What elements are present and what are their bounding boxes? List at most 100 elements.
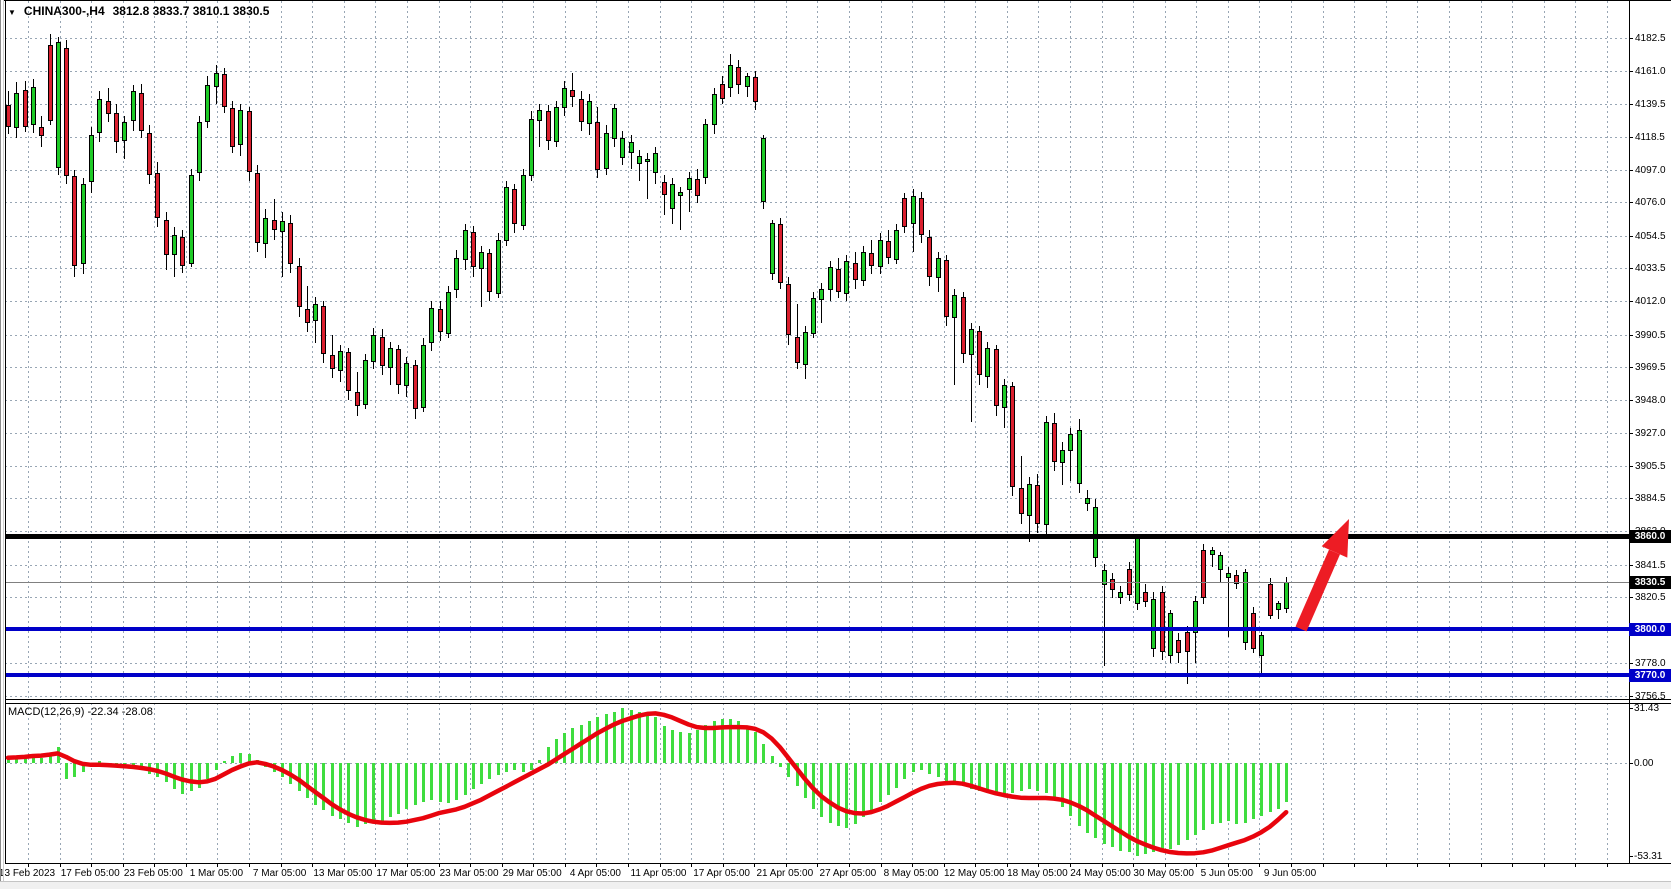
- candle: [280, 221, 285, 232]
- gridline-vertical: [628, 703, 629, 863]
- candle: [288, 223, 293, 265]
- macd-histogram-bar: [1011, 763, 1014, 793]
- candle: [1052, 423, 1057, 462]
- time-axis-line[interactable]: [5, 863, 1671, 864]
- candle: [147, 133, 152, 175]
- macd-histogram-bar: [870, 763, 873, 810]
- candle: [463, 230, 468, 259]
- gridline-vertical: [407, 1, 408, 699]
- macd-histogram-bar: [322, 763, 325, 810]
- macd-histogram-bar: [32, 754, 35, 763]
- candle: [728, 65, 733, 88]
- gridline-vertical: [249, 1, 250, 699]
- macd-histogram-bar: [206, 763, 209, 779]
- macd-histogram-bar: [497, 763, 500, 775]
- macd-histogram-bar: [439, 763, 442, 802]
- gridline-vertical: [533, 703, 534, 863]
- macd-histogram-bar: [895, 763, 898, 788]
- time-axis-label: 23 Feb 05:00: [124, 868, 183, 879]
- time-axis-label: 7 Mar 05:00: [253, 868, 306, 879]
- candle: [355, 392, 360, 406]
- current-price-line[interactable]: [5, 582, 1629, 583]
- time-axis-label: 12 May 05:00: [944, 868, 1005, 879]
- macd-histogram-bar: [1244, 763, 1247, 823]
- macd-histogram-bar: [1094, 763, 1097, 838]
- candle: [678, 192, 683, 197]
- candle: [803, 332, 808, 364]
- candle: [977, 331, 982, 376]
- panel-separator-bottom: [5, 703, 1671, 704]
- gridline-horizontal: [5, 696, 1629, 697]
- gridline-vertical: [1323, 703, 1324, 863]
- candle: [811, 298, 816, 334]
- macd-histogram-bar: [397, 763, 400, 814]
- candle: [911, 196, 916, 224]
- gridline-vertical: [723, 1, 724, 699]
- gridline-vertical: [1354, 1, 1355, 699]
- candle: [1185, 632, 1190, 652]
- resistance-line[interactable]: [5, 534, 1629, 539]
- macd-histogram-bar: [679, 732, 682, 764]
- candle: [338, 351, 343, 371]
- candle: [969, 329, 974, 355]
- macd-histogram-bar: [563, 733, 566, 763]
- indicator-values: -22.34 -28.08: [87, 706, 152, 718]
- price-tick-label: 4033.5: [1635, 263, 1666, 274]
- gridline-vertical: [1038, 1, 1039, 699]
- candle: [1044, 422, 1049, 526]
- macd-histogram-bar: [729, 719, 732, 763]
- candle: [570, 90, 575, 98]
- macd-histogram-bar: [1194, 763, 1197, 835]
- candle: [537, 110, 542, 121]
- candle: [487, 253, 492, 292]
- price-tick-label: 4139.5: [1635, 99, 1666, 110]
- candle: [438, 309, 443, 332]
- gridline-vertical: [1512, 703, 1513, 863]
- candle: [745, 76, 750, 87]
- gridline-vertical: [123, 703, 124, 863]
- macd-histogram-bar: [879, 763, 882, 802]
- gridline-vertical: [281, 1, 282, 699]
- gridline-vertical: [1007, 1, 1008, 699]
- gridline-vertical: [217, 1, 218, 699]
- gridline-horizontal: [5, 498, 1629, 499]
- candle: [761, 138, 766, 203]
- candle: [712, 94, 717, 125]
- candle: [106, 101, 111, 115]
- price-tick-label: 3948.0: [1635, 395, 1666, 406]
- macd-histogram-bar: [381, 763, 384, 821]
- macd-histogram-bar: [231, 756, 234, 763]
- macd-histogram-bar: [1003, 763, 1006, 796]
- gridline-vertical: [881, 1, 882, 699]
- candle: [446, 292, 451, 334]
- macd-histogram-bar: [356, 763, 359, 827]
- macd-histogram-bar: [928, 763, 931, 774]
- candle: [363, 360, 368, 405]
- macd-histogram-bar: [488, 763, 491, 779]
- support-line-upper[interactable]: [5, 627, 1629, 631]
- macd-histogram-bar: [198, 763, 201, 788]
- candle: [736, 67, 741, 86]
- macd-histogram-bar: [737, 721, 740, 763]
- support-line-lower[interactable]: [5, 673, 1629, 677]
- macd-histogram-bar: [746, 726, 749, 763]
- candle: [230, 108, 235, 147]
- macd-histogram-bar: [1069, 763, 1072, 816]
- candle: [612, 108, 617, 139]
- gridline-vertical: [912, 703, 913, 863]
- price-tick-label: 3990.5: [1635, 330, 1666, 341]
- candle: [629, 142, 634, 153]
- macd-histogram-bar: [1161, 763, 1164, 851]
- macd-histogram-bar: [1252, 763, 1255, 819]
- candle: [139, 93, 144, 132]
- candle: [936, 258, 941, 278]
- macd-histogram-bar: [505, 763, 508, 772]
- macd-histogram-bar: [389, 763, 392, 817]
- candle: [1010, 386, 1015, 486]
- gridline-vertical: [1291, 703, 1292, 863]
- price-axis-line[interactable]: [1629, 0, 1630, 864]
- gridline-vertical: [786, 703, 787, 863]
- symbol-dropdown-icon[interactable]: ▼: [8, 8, 16, 17]
- gridline-vertical: [660, 1, 661, 699]
- candle: [1102, 570, 1107, 585]
